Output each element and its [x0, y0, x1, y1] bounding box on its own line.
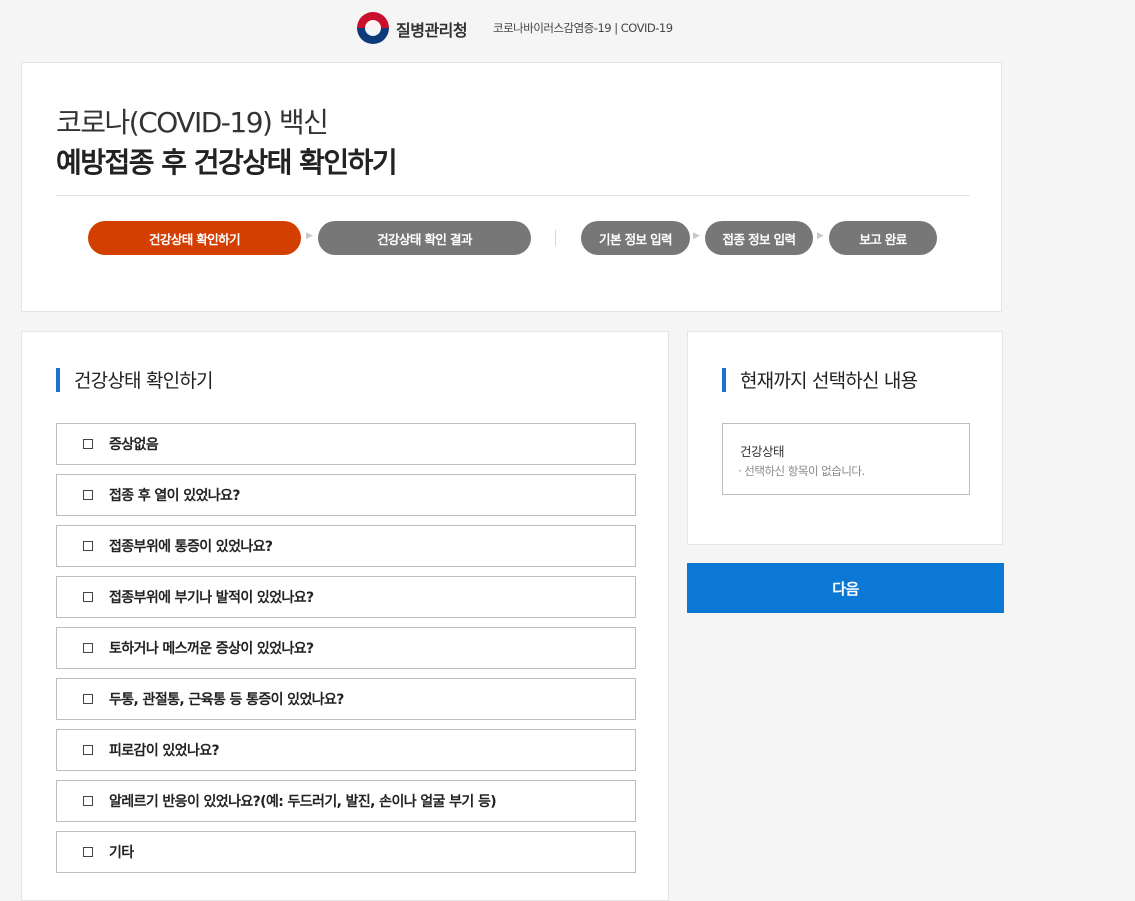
- summary-heading: 현재까지 선택하신 내용: [722, 366, 918, 393]
- summary-box-title: 건강상태: [740, 444, 785, 459]
- question-label: 기타: [109, 845, 134, 861]
- question-body-pain[interactable]: 두통, 관절통, 근육통 등 통증이 있었나요?: [56, 678, 636, 720]
- checkbox[interactable]: [83, 490, 93, 500]
- question-other[interactable]: 기타: [56, 831, 636, 873]
- question-label: 피로감이 있었나요?: [109, 743, 220, 759]
- checkbox[interactable]: [83, 796, 93, 806]
- question-panel: 건강상태 확인하기 증상없음 접종 후 열이 있었나요? 접종부위에 통증이 있…: [21, 331, 669, 901]
- question-label: 접종부위에 통증이 있었나요?: [109, 539, 273, 555]
- question-fever[interactable]: 접종 후 열이 있었나요?: [56, 474, 636, 516]
- section-heading: 건강상태 확인하기: [56, 366, 213, 393]
- step-report-complete: 보고 완료: [829, 221, 937, 255]
- step-separator: [555, 230, 556, 246]
- checkbox[interactable]: [83, 847, 93, 857]
- checkbox[interactable]: [83, 541, 93, 551]
- question-label: 알레르기 반응이 있었나요?(예: 두드러기, 발진, 손이나 얼굴 부기 등): [109, 794, 497, 810]
- page-title: 예방접종 후 건강상태 확인하기: [56, 146, 398, 179]
- summary-panel: 현재까지 선택하신 내용 건강상태 · 선택하신 항목이 없습니다.: [687, 331, 1003, 545]
- checkbox[interactable]: [83, 592, 93, 602]
- step-vaccination-info: 접종 정보 입력: [705, 221, 813, 255]
- org-subtitle: 코로나바이러스감염증-19 | COVID-19: [493, 21, 673, 35]
- hero-panel: 코로나(COVID-19) 백신 예방접종 후 건강상태 확인하기 건강상태 확…: [21, 62, 1002, 312]
- question-label: 토하거나 메스꺼운 증상이 있었나요?: [109, 641, 314, 657]
- step-health-result: 건강상태 확인 결과: [318, 221, 531, 255]
- checkbox[interactable]: [83, 439, 93, 449]
- summary-box: 건강상태 · 선택하신 항목이 없습니다.: [722, 423, 970, 495]
- question-nausea[interactable]: 토하거나 메스꺼운 증상이 있었나요?: [56, 627, 636, 669]
- question-swelling-redness[interactable]: 접종부위에 부기나 발적이 있었나요?: [56, 576, 636, 618]
- org-name: 질병관리청: [396, 21, 468, 40]
- step-arrow-icon: ▶: [817, 231, 824, 241]
- page-subtitle: 코로나(COVID-19) 백신: [56, 106, 329, 139]
- checkbox[interactable]: [83, 694, 93, 704]
- divider: [56, 195, 970, 196]
- step-basic-info: 기본 정보 입력: [581, 221, 690, 255]
- heading-accent-bar: [722, 367, 726, 392]
- step-arrow-icon: ▶: [306, 231, 313, 241]
- section-heading-text: 건강상태 확인하기: [74, 370, 213, 392]
- question-label: 접종부위에 부기나 발적이 있었나요?: [109, 590, 314, 606]
- question-no-symptoms[interactable]: 증상없음: [56, 423, 636, 465]
- checkbox[interactable]: [83, 643, 93, 653]
- question-fatigue[interactable]: 피로감이 있었나요?: [56, 729, 636, 771]
- summary-heading-text: 현재까지 선택하신 내용: [740, 370, 918, 392]
- top-header: 질병관리청 코로나바이러스감염증-19 | COVID-19: [0, 0, 1135, 56]
- question-label: 접종 후 열이 있었나요?: [109, 488, 240, 504]
- question-label: 두통, 관절통, 근육통 등 통증이 있었나요?: [109, 692, 344, 708]
- question-label: 증상없음: [109, 437, 159, 453]
- question-allergy[interactable]: 알레르기 반응이 있었나요?(예: 두드러기, 발진, 손이나 얼굴 부기 등): [56, 780, 636, 822]
- step-health-check: 건강상태 확인하기: [88, 221, 301, 255]
- checkbox[interactable]: [83, 745, 93, 755]
- question-injection-pain[interactable]: 접종부위에 통증이 있었나요?: [56, 525, 636, 567]
- heading-accent-bar: [56, 367, 60, 392]
- summary-empty-text: · 선택하신 항목이 없습니다.: [738, 464, 865, 478]
- government-logo-icon: [357, 12, 389, 44]
- step-arrow-icon: ▶: [693, 231, 700, 241]
- next-button[interactable]: 다음: [687, 563, 1004, 613]
